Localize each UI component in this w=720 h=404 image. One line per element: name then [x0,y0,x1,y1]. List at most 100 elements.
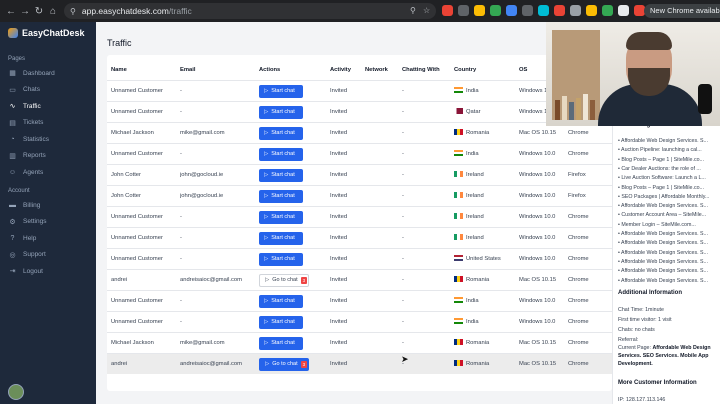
visited-page-link[interactable]: • Affordable Web Design Services. S... [618,268,718,274]
start-chat-button[interactable]: ▷ Start chat [259,337,303,350]
go-to-chat-button[interactable]: ▷ Go to chat 3 [259,358,309,371]
operating-system: Mac OS 10.15 [519,277,557,283]
extension-icon[interactable] [522,5,533,16]
country-name: Romania [466,130,490,136]
visited-page-link[interactable]: • Blog Posts – Page 1 | SiteMile.co... [618,157,718,163]
start-chat-button[interactable]: ▷ Start chat [259,127,303,140]
extension-icon[interactable] [442,5,453,16]
go-to-chat-button[interactable]: ▷ Go to chat 3 [259,274,309,287]
sidebar-item-settings[interactable]: ⚙ Settings [8,216,90,228]
sidebar-item-tickets[interactable]: ▤ Tickets [8,117,90,129]
user-avatar[interactable] [8,384,24,400]
visited-page-link[interactable]: • Affordable Web Design Services. S... [618,231,718,237]
start-chat-button[interactable]: ▷ Start chat [259,211,303,224]
visited-page-link[interactable]: • Auction Pipeline: launching a cal... [618,147,718,153]
table-row[interactable]: Unnamed Customer - ▷ Start chat Invited - Qata… [107,101,612,122]
table-row[interactable]: Michael Jackson mike@gmail.com ▷ Start chat… [107,122,612,143]
chats-count: Chats: no chats [618,327,655,333]
bookmark-star-icon[interactable]: ☆ [423,6,430,15]
microphone [698,84,712,114]
forward-icon[interactable]: → [18,6,32,17]
flag-ireland-icon [454,234,463,241]
table-row[interactable]: Unnamed Customer - ▷ Start chat Invited - Indi… [107,80,612,101]
table-row[interactable]: Unnamed Customer - ▷ Start chat Invited - Indi… [107,311,612,332]
start-chat-button[interactable]: ▷ Start chat [259,295,303,308]
activity-status: Invited [330,361,348,367]
start-chat-button[interactable]: ▷ Start chat [259,232,303,245]
sidebar-item-reports[interactable]: ▥ Reports [8,150,90,162]
visited-page-link[interactable]: • Car Dealer Auctions: the role of ... [618,166,718,172]
country-name: Romania [466,361,490,367]
sidebar-item-statistics[interactable]: ◔ Statistics [8,133,90,145]
visited-page-link[interactable]: • Affordable Web Design Services. S... [618,138,718,144]
browser-name: Chrome [568,130,589,136]
table-row[interactable]: Michael Jackson mike@gmail.com ▷ Start chat… [107,332,612,353]
extension-icon[interactable] [570,5,581,16]
sidebar-item-agents[interactable]: ☺ Agents [8,166,90,178]
sidebar-item-label: Support [23,251,46,258]
sidebar-item-label: Billing [23,201,41,209]
chatting-with: - [402,298,404,304]
visited-page-link[interactable]: • Live Auction Software: Launch a L... [618,175,718,181]
visited-page-link[interactable]: • Affordable Web Design Services. S... [618,278,718,284]
home-icon[interactable]: ⌂ [46,6,60,17]
visited-page-link[interactable]: • Customer Account Area – SiteMile... [618,212,718,218]
table-row[interactable]: andrei andreisaioc@gmail.com ▷ Go to chat 3 I… [107,353,612,374]
visited-page-link[interactable]: • SEO Packages | Affordable Monthly... [618,194,718,200]
extension-icon[interactable] [538,5,549,16]
start-chat-button[interactable]: ▷ Start chat [259,169,303,182]
visited-page-link[interactable]: • Affordable Web Design Services. S... [618,250,718,256]
new-chrome-available-button[interactable]: New Chrome available [644,4,720,18]
table-row[interactable]: Unnamed Customer - ▷ Start chat Invited - Irel… [107,206,612,227]
customer-email: - [180,256,182,262]
extension-icon[interactable] [458,5,469,16]
table-row[interactable]: John Cotter john@gocloud.ie ▷ Start chat Inv… [107,185,612,206]
table-row[interactable]: Unnamed Customer - ▷ Start chat Invited - Indi… [107,290,612,311]
visited-page-link[interactable]: • Affordable Web Design Services. S... [618,203,718,209]
flag-qatar-icon [454,108,463,115]
browser-name: Chrome [568,277,589,283]
back-icon[interactable]: ← [4,6,18,17]
extension-icon[interactable] [474,5,485,16]
sidebar-item-dashboard[interactable]: ▦ Dashboard [8,67,90,79]
address-bar[interactable]: ⚲ app.easychatdesk.com/traffic ⚲ ☆ [64,3,436,19]
extension-icon[interactable] [618,5,629,16]
start-chat-button[interactable]: ▷ Start chat [259,190,303,203]
start-chat-button[interactable]: ▷ Start chat [259,316,303,329]
sidebar-item-chats[interactable]: ▭ Chats [8,84,90,96]
table-row[interactable]: andrei andreisaioc@gmail.com ▷ Go to chat 3 I… [107,269,612,290]
table-row[interactable]: Unnamed Customer - ▷ Start chat Invited - Unit… [107,248,612,269]
search-icon[interactable]: ⚲ [410,6,416,15]
sidebar-item-support[interactable]: ◎ Support [8,249,90,261]
table-row[interactable]: Unnamed Customer - ▷ Start chat Invited - Indi… [107,143,612,164]
extension-icon[interactable] [506,5,517,16]
visited-page-link[interactable]: • Blog Posts – Page 1 | SiteMile.co... [618,185,718,191]
chat-time: Chat Time: 1minute [618,307,664,313]
extension-icon[interactable] [586,5,597,16]
sidebar-item-help[interactable]: ? Help [8,232,90,244]
traffic-icon: ∿ [9,103,16,110]
extension-icon[interactable] [490,5,501,16]
table-row[interactable]: John Cotter john@gocloud.ie ▷ Start chat Inv… [107,164,612,185]
extension-icon[interactable] [554,5,565,16]
start-chat-button[interactable]: ▷ Start chat [259,148,303,161]
table-row[interactable]: Unnamed Customer - ▷ Start chat Invited - Irel… [107,227,612,248]
country-name: India [466,151,479,157]
sidebar-item-traffic[interactable]: ∿ Traffic [8,100,90,112]
sidebar-item-logout[interactable]: ⇥ Logout [8,265,90,277]
visited-page-link[interactable]: • Affordable Web Design Services. S... [618,240,718,246]
start-chat-button[interactable]: ▷ Start chat [259,253,303,266]
site-info-icon[interactable]: ⚲ [70,7,76,16]
additional-info-title: Additional Information [618,290,682,296]
start-chat-button[interactable]: ▷ Start chat [259,85,303,98]
webcam-overlay [546,22,720,126]
brand-logo[interactable]: EasyChatDesk [8,28,85,38]
visited-page-link[interactable]: • Member Login – SiteMile.com... [618,222,718,228]
visited-page-link[interactable]: • Affordable Web Design Services. S... [618,259,718,265]
reload-icon[interactable]: ↻ [32,6,46,17]
browser-name: Chrome [568,340,589,346]
extension-icon[interactable] [602,5,613,16]
start-chat-button[interactable]: ▷ Start chat [259,106,303,119]
country: Romania [454,270,516,291]
sidebar-item-billing[interactable]: ▬ Billing [8,199,90,211]
